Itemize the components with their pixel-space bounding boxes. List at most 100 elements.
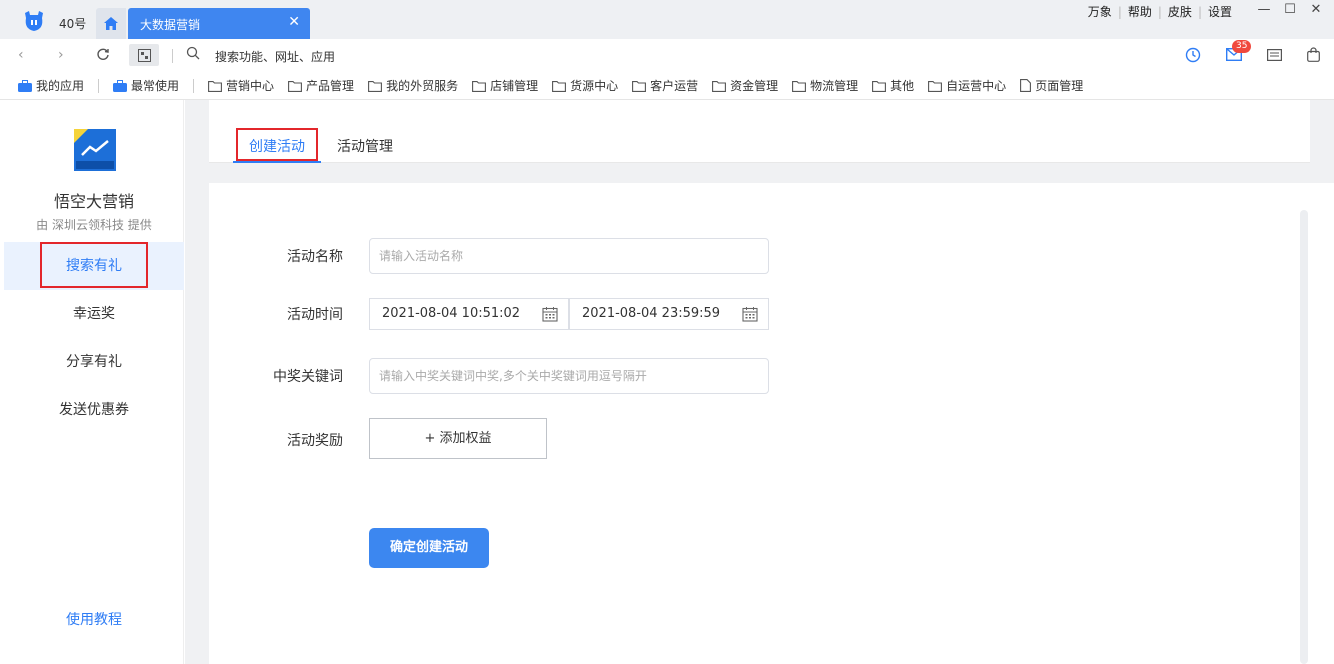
window-controls: — ☐ ✕ (1256, 2, 1324, 17)
reward-label: 活动奖励 (287, 433, 343, 449)
browser-tab-title: 大数据营销 (140, 18, 201, 32)
close-window-icon[interactable]: ✕ (1308, 2, 1324, 17)
bookmark-label: 页面管理 (1035, 79, 1084, 93)
qr-code-button[interactable] (129, 44, 159, 66)
app-logo-icon[interactable] (22, 9, 46, 33)
folder-icon (792, 80, 807, 92)
account-name[interactable]: 40号 (59, 15, 86, 32)
keyword-input[interactable]: 请输入中奖关键词中奖,多个关中奖键词用逗号隔开 (369, 358, 769, 394)
title-bar: 40号 大数据营销 ✕ 万象 | 帮助 | 皮肤 | 设置 — ☐ ✕ (0, 0, 1334, 39)
bookmark-label: 自运营中心 (946, 79, 1007, 93)
id-card-icon[interactable] (1267, 49, 1282, 61)
start-time-value: 2021-08-04 10:51:02 (382, 306, 521, 321)
bookmark-label: 我的外贸服务 (386, 79, 459, 93)
folder-icon (288, 80, 302, 92)
calendar-icon (742, 307, 758, 322)
bookmark-label: 店铺管理 (490, 79, 539, 93)
home-tab[interactable] (96, 8, 126, 39)
bookmark-label: 客户运营 (650, 79, 699, 93)
qr-icon (137, 48, 151, 62)
folder-icon (712, 80, 727, 92)
refresh-icon[interactable] (96, 48, 110, 62)
bookmark-label: 资金管理 (730, 79, 779, 93)
briefcase-icon (113, 79, 128, 92)
address-search-input[interactable]: 搜索功能、网址、应用 (215, 48, 335, 65)
folder-icon (208, 80, 222, 92)
menu-skin[interactable]: 皮肤 (1162, 3, 1198, 20)
menu-help[interactable]: 帮助 (1122, 3, 1158, 20)
nav-divider (172, 49, 173, 63)
menu-wanxiang[interactable]: 万象 (1082, 3, 1118, 20)
forward-icon[interactable]: › (58, 47, 64, 63)
activity-name-label: 活动名称 (287, 249, 343, 265)
bookmark-label: 其他 (890, 79, 915, 93)
bookmark-folder[interactable]: 货源中心 (552, 77, 618, 94)
folder-icon (632, 80, 647, 92)
bookmark-label: 我的应用 (36, 79, 85, 93)
bookmark-folder[interactable]: 产品管理 (288, 77, 354, 94)
bookmark-folder[interactable]: 物流管理 (792, 77, 858, 94)
sidebar-item-share-gift[interactable]: 分享有礼 (4, 338, 184, 386)
folder-icon (552, 80, 567, 92)
browser-tab-active[interactable]: 大数据营销 ✕ (128, 8, 310, 39)
mail-badge: 35 (1232, 40, 1252, 53)
bookmark-label: 物流管理 (810, 79, 859, 93)
app-provider: 由 深圳云领科技 提供 (36, 218, 152, 232)
close-tab-icon[interactable]: ✕ (288, 14, 300, 30)
scrollbar[interactable] (1300, 210, 1308, 664)
bookmark-folder[interactable]: 自运营中心 (928, 77, 1006, 94)
shopping-bag-icon[interactable] (1307, 47, 1320, 62)
tutorial-link[interactable]: 使用教程 (4, 609, 184, 629)
app-sidebar: 悟空大营销 由 深圳云领科技 提供 搜索有礼 幸运奖 分享有礼 发送优惠券 使用… (4, 100, 184, 664)
folder-icon (472, 80, 487, 92)
content-tabs: 创建活动 活动管理 (209, 100, 1310, 163)
highlight-box (40, 242, 148, 288)
bookmark-folder[interactable]: 资金管理 (712, 77, 778, 94)
menu-settings[interactable]: 设置 (1202, 3, 1238, 20)
activity-name-input[interactable]: 请输入活动名称 (369, 238, 769, 274)
bookmark-page[interactable]: 页面管理 (1020, 77, 1083, 94)
bookmark-folder[interactable]: 客户运营 (632, 77, 698, 94)
bookmark-divider (98, 78, 100, 93)
calendar-icon (542, 307, 558, 322)
end-time-picker[interactable]: 2021-08-04 23:59:59 (569, 298, 769, 330)
back-icon[interactable]: ‹ (18, 47, 24, 63)
folder-icon (368, 80, 383, 92)
end-time-value: 2021-08-04 23:59:59 (582, 306, 721, 321)
tab-manage-activity[interactable]: 活动管理 (337, 136, 393, 156)
maximize-icon[interactable]: ☐ (1282, 2, 1298, 17)
folder-icon (872, 80, 887, 92)
search-icon (186, 46, 200, 60)
add-reward-button[interactable]: + 添加权益 (369, 418, 547, 459)
app-name: 悟空大营销 (53, 192, 134, 211)
bookmarks-bar: 我的应用 最常使用 营销中心 产品管理 我的外贸服务 店铺管理 货源中心 客户运… (0, 72, 1334, 100)
bookmark-folder[interactable]: 其他 (872, 77, 914, 94)
bookmark-my-apps[interactable]: 我的应用 (18, 77, 84, 94)
home-icon (104, 17, 118, 30)
highlight-box (236, 128, 318, 161)
bookmark-label: 产品管理 (306, 79, 355, 93)
active-tab-indicator (233, 161, 321, 163)
bookmark-label: 营销中心 (226, 79, 275, 93)
sidebar-item-send-coupon[interactable]: 发送优惠券 (4, 386, 184, 434)
keyword-label: 中奖关键词 (273, 369, 343, 385)
top-menu: 万象 | 帮助 | 皮肤 | 设置 (1082, 3, 1238, 20)
app-logo (74, 129, 116, 171)
bookmark-folder[interactable]: 店铺管理 (472, 77, 538, 94)
briefcase-icon (18, 79, 32, 92)
bookmark-frequent[interactable]: 最常使用 (113, 77, 179, 94)
trend-chart-icon (74, 129, 116, 171)
clock-icon[interactable] (1185, 47, 1201, 63)
bookmark-folder[interactable]: 营销中心 (208, 77, 274, 94)
bookmark-label: 最常使用 (131, 79, 180, 93)
bookmark-divider (193, 78, 195, 93)
folder-icon (928, 80, 943, 92)
minimize-icon[interactable]: — (1256, 2, 1272, 17)
bookmark-label: 货源中心 (570, 79, 619, 93)
bookmark-folder[interactable]: 我的外贸服务 (368, 77, 458, 94)
sidebar-item-lucky-draw[interactable]: 幸运奖 (4, 290, 184, 338)
create-activity-button[interactable]: 确定创建活动 (369, 528, 489, 568)
nav-bar: ‹ › 搜索功能、网址、应用 (0, 39, 1334, 72)
page-icon (1020, 79, 1032, 92)
start-time-picker[interactable]: 2021-08-04 10:51:02 (369, 298, 569, 330)
